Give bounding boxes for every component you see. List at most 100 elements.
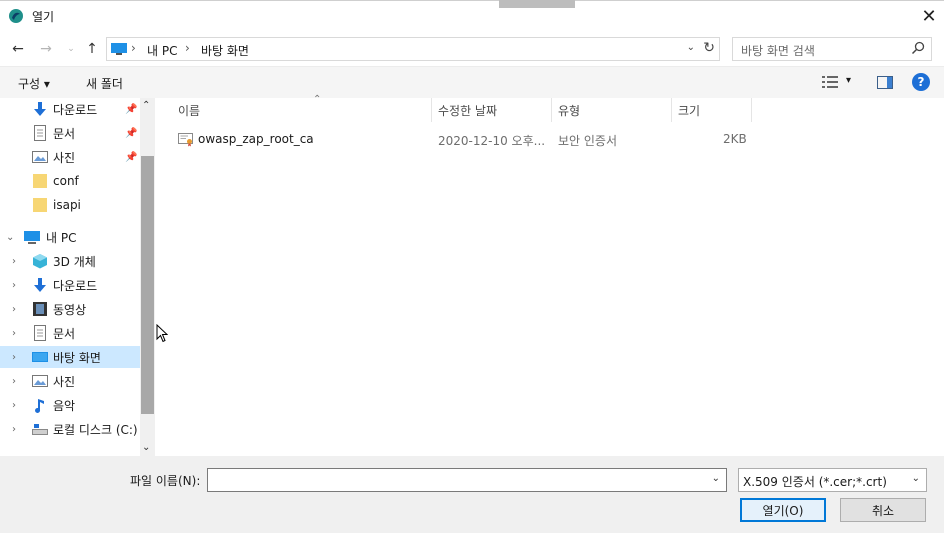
- window-title: 열기: [32, 10, 55, 24]
- chevron-right-icon[interactable]: ›: [12, 352, 16, 363]
- chevron-right-icon[interactable]: ›: [12, 304, 16, 315]
- sidebar-item-documents[interactable]: › 문서: [0, 322, 140, 344]
- sidebar-item-label: 사진: [53, 150, 76, 165]
- preview-pane-icon[interactable]: [877, 76, 893, 89]
- forward-button[interactable]: →: [38, 40, 54, 58]
- scroll-up-icon[interactable]: ⌃: [142, 100, 150, 111]
- app-icon: [9, 9, 23, 23]
- new-folder-button[interactable]: 새 폴더: [86, 75, 123, 92]
- search-icon: [911, 41, 925, 55]
- chevron-down-icon[interactable]: ⌄: [912, 473, 920, 484]
- open-file-dialog: 열기 ✕ ← → ⌄ ↑ › 내 PC › 바탕 화면 ⌄ ↻ 바탕 화면 검색…: [0, 0, 944, 533]
- scrollbar-thumb[interactable]: [141, 156, 154, 414]
- help-icon[interactable]: ?: [912, 73, 930, 91]
- chevron-right-icon[interactable]: ›: [12, 328, 16, 339]
- view-options-icon[interactable]: [822, 76, 838, 88]
- scroll-down-icon[interactable]: ⌄: [142, 442, 150, 453]
- sidebar-item-label: 내 PC: [46, 230, 77, 245]
- local-disk-icon: [32, 424, 48, 435]
- organize-button[interactable]: 구성 ▾: [18, 75, 50, 92]
- sidebar-item-label: 문서: [53, 326, 76, 341]
- pin-icon: 📌: [125, 127, 138, 139]
- column-label: 이름: [178, 104, 201, 118]
- folder-icon: [33, 174, 47, 188]
- video-icon: [33, 302, 47, 316]
- sidebar-item-label: 사진: [53, 374, 76, 389]
- music-icon: [35, 399, 44, 413]
- navigation-scrollbar[interactable]: ⌃ ⌄: [140, 98, 155, 456]
- close-button[interactable]: ✕: [914, 0, 944, 32]
- back-arrow-icon: ←: [12, 41, 24, 57]
- file-type-filter[interactable]: X.509 인증서 (*.cer;*.crt) ⌄: [738, 468, 927, 492]
- chevron-down-icon[interactable]: ⌄: [712, 473, 720, 484]
- sidebar-item-this-pc[interactable]: ⌄ 내 PC: [0, 226, 140, 248]
- title-bar: 열기 ✕: [0, 0, 944, 32]
- column-label: 유형: [558, 104, 581, 118]
- download-arrow-icon: [34, 278, 46, 292]
- chevron-right-icon[interactable]: ›: [12, 376, 16, 387]
- background-tab-fragment: [499, 0, 575, 8]
- file-type: 보안 인증서: [558, 134, 618, 148]
- sidebar-item-isapi[interactable]: isapi: [0, 194, 140, 216]
- sidebar-item-desktop[interactable]: › 바탕 화면: [0, 346, 140, 368]
- refresh-icon[interactable]: ↻: [703, 40, 715, 56]
- filename-input[interactable]: ⌄: [207, 468, 727, 492]
- pictures-icon: [32, 375, 48, 387]
- sidebar-item-label: 문서: [53, 126, 76, 141]
- column-header-name[interactable]: 이름 ⌃: [172, 94, 432, 122]
- back-button[interactable]: ←: [10, 40, 26, 58]
- cancel-button[interactable]: 취소: [840, 498, 926, 522]
- column-header-modified[interactable]: 수정한 날짜: [432, 98, 552, 122]
- sidebar-item-conf[interactable]: conf: [0, 170, 140, 192]
- sidebar-item-music[interactable]: › 음악: [0, 394, 140, 416]
- column-label: 수정한 날짜: [438, 104, 498, 118]
- document-icon: [34, 125, 46, 141]
- top-border: [0, 0, 944, 1]
- sidebar-item-3d-objects[interactable]: › 3D 개체: [0, 250, 140, 272]
- chevron-right-icon[interactable]: ›: [12, 424, 16, 435]
- sidebar-item-label: conf: [53, 174, 79, 188]
- sidebar-item-pictures-quick[interactable]: 사진 📌: [0, 146, 140, 168]
- sidebar-item-pictures[interactable]: › 사진: [0, 370, 140, 392]
- column-header-size[interactable]: 크기: [672, 98, 752, 122]
- document-icon: [34, 325, 46, 341]
- breadcrumb-separator: ›: [131, 41, 136, 55]
- column-header-type[interactable]: 유형: [552, 98, 672, 122]
- address-bar[interactable]: › 내 PC › 바탕 화면 ⌄ ↻: [106, 37, 720, 61]
- breadcrumb-desktop[interactable]: 바탕 화면: [201, 42, 249, 59]
- chevron-right-icon[interactable]: ›: [12, 400, 16, 411]
- chevron-down-icon: ⌄: [67, 44, 75, 54]
- mouse-cursor-icon: [156, 324, 168, 343]
- command-bar: 구성 ▾ 새 폴더 ▾ ?: [0, 66, 944, 98]
- desktop-icon: [32, 352, 48, 362]
- up-button[interactable]: ↑: [84, 40, 100, 58]
- address-row: ← → ⌄ ↑ › 내 PC › 바탕 화면 ⌄ ↻ 바탕 화면 검색: [0, 34, 944, 64]
- breadcrumb-pc[interactable]: 내 PC: [147, 42, 177, 59]
- sidebar-item-downloads-quick[interactable]: 다운로드 📌: [0, 98, 140, 120]
- sidebar-item-downloads[interactable]: › 다운로드: [0, 274, 140, 296]
- recent-locations-button[interactable]: ⌄: [64, 40, 78, 58]
- search-box[interactable]: 바탕 화면 검색: [732, 37, 932, 61]
- certificate-icon: [178, 133, 193, 147]
- open-button[interactable]: 열기(O): [740, 498, 826, 522]
- sidebar-item-local-disk[interactable]: › 로컬 디스크 (C:): [0, 418, 140, 440]
- sidebar-item-label: isapi: [53, 198, 81, 212]
- address-dropdown-icon[interactable]: ⌄: [687, 42, 695, 53]
- file-modified: 2020-12-10 오후...: [438, 134, 546, 148]
- search-placeholder: 바탕 화면 검색: [741, 44, 815, 58]
- sidebar-item-documents-quick[interactable]: 문서 📌: [0, 122, 140, 144]
- sidebar-item-label: 동영상: [53, 302, 87, 317]
- filename-label: 파일 이름(N):: [130, 474, 201, 488]
- file-type-filter-value: X.509 인증서 (*.cer;*.crt): [743, 475, 887, 489]
- chevron-right-icon[interactable]: ›: [12, 256, 16, 267]
- pin-icon: 📌: [125, 103, 138, 115]
- pc-icon: [24, 231, 40, 244]
- 3d-objects-icon: [33, 254, 47, 269]
- forward-arrow-icon: →: [40, 41, 52, 57]
- table-row[interactable]: owasp_zap_root_ca 2020-12-10 오후... 보안 인증…: [172, 128, 752, 150]
- sidebar-item-videos[interactable]: › 동영상: [0, 298, 140, 320]
- dialog-footer: 파일 이름(N): ⌄ X.509 인증서 (*.cer;*.crt) ⌄ 열기…: [0, 456, 944, 533]
- view-dropdown-icon[interactable]: ▾: [846, 75, 851, 86]
- chevron-down-icon[interactable]: ⌄: [6, 232, 14, 243]
- chevron-right-icon[interactable]: ›: [12, 280, 16, 291]
